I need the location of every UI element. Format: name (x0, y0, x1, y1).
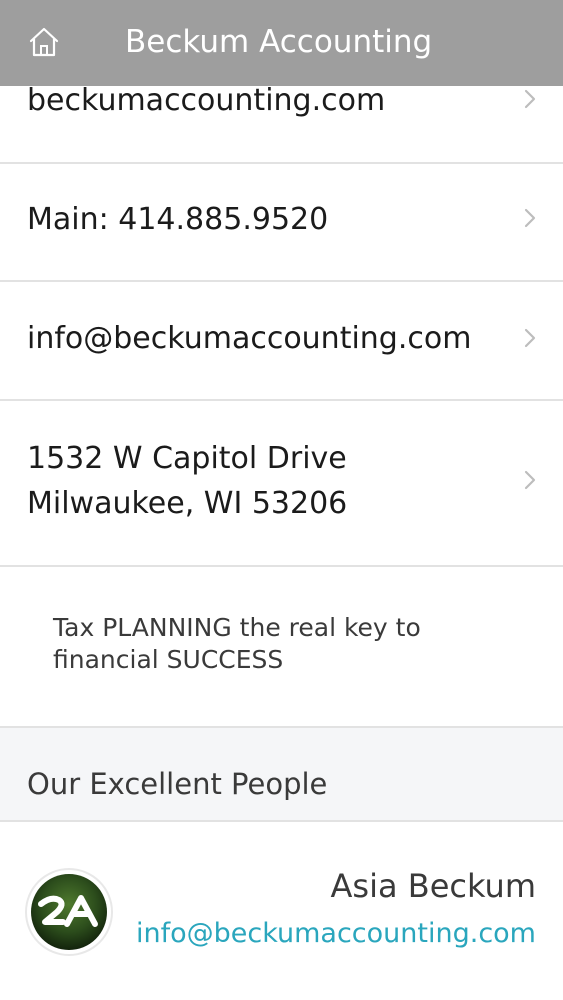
home-icon (29, 27, 59, 57)
chevron-right-icon (524, 208, 536, 228)
tagline-line1: Tax PLANNING the real key to (53, 613, 421, 642)
chevron-right-icon (524, 328, 536, 348)
avatar (27, 870, 111, 954)
phone-label: Main: 414.885.9520 (27, 202, 329, 237)
header-title: Beckum Accounting (125, 24, 433, 60)
chevron-right-icon (524, 89, 536, 109)
section-title: Our Excellent People (27, 767, 328, 801)
phone-row[interactable]: Main: 414.885.9520 (0, 164, 563, 282)
tagline: Tax PLANNING the real key to financial S… (53, 612, 421, 676)
person-row[interactable]: Asia Beckum info@beckumaccounting.com (0, 822, 563, 1000)
address-line1: 1532 W Capitol Drive (27, 441, 347, 476)
chevron-right-icon (524, 470, 536, 490)
email-label: info@beckumaccounting.com (27, 321, 472, 356)
people-section-header: Our Excellent People (0, 726, 563, 822)
2a-logo-icon (31, 874, 107, 950)
address-line2: Milwaukee, WI 53206 (27, 486, 348, 521)
person-email-link[interactable]: info@beckumaccounting.com (136, 914, 536, 954)
address-row[interactable]: 1532 W Capitol Drive Milwaukee, WI 53206 (0, 401, 563, 567)
app-header: Beckum Accounting (0, 0, 563, 86)
page: Beckum Accounting beckumaccounting.com M… (0, 0, 563, 1000)
tagline-line2: financial SUCCESS (53, 645, 284, 674)
email-row[interactable]: info@beckumaccounting.com (0, 282, 563, 401)
home-button[interactable] (24, 22, 64, 62)
person-name: Asia Beckum (330, 867, 536, 905)
